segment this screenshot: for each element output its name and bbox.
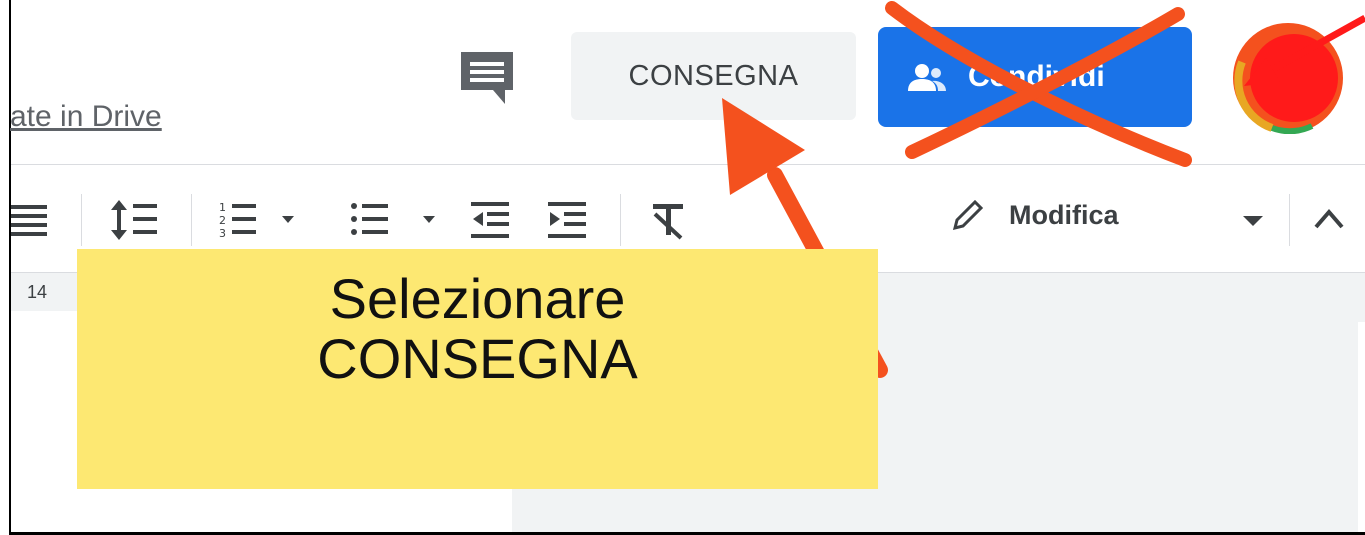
sticky-note-text: Selezionare CONSEGNA [77, 269, 878, 389]
chevron-down-icon[interactable] [1241, 214, 1265, 228]
open-in-drive-link[interactable]: ate in Drive [10, 100, 162, 134]
svg-text:1: 1 [219, 201, 226, 214]
people-icon [908, 64, 946, 91]
ruler-number: 14 [27, 282, 48, 302]
align-justify-icon[interactable] [11, 200, 51, 240]
share-button-label: Condividi [968, 60, 1105, 93]
editing-mode-label: Modifica [1009, 199, 1119, 230]
toolbar-separator [620, 194, 621, 246]
toolbar-separator [191, 194, 192, 246]
increase-indent-icon[interactable] [548, 198, 588, 242]
consegna-button[interactable]: CONSEGNA [571, 32, 856, 120]
svg-text:2: 2 [219, 214, 226, 227]
editing-mode-selector[interactable]: Modifica [951, 198, 1119, 232]
toolbar-separator [1289, 194, 1290, 246]
document-page-edge [1358, 322, 1365, 532]
toolbar-top-divider [11, 164, 1365, 165]
toolbar-separator [81, 194, 82, 246]
bulleted-list-icon[interactable] [349, 198, 441, 242]
clear-formatting-icon[interactable] [649, 200, 689, 240]
user-avatar[interactable] [1232, 22, 1344, 134]
comment-icon[interactable] [457, 50, 517, 106]
svg-text:3: 3 [219, 227, 226, 240]
line-spacing-icon[interactable] [109, 198, 159, 242]
chevron-up-icon[interactable] [1313, 206, 1345, 230]
sticky-note-callout: Selezionare CONSEGNA [77, 249, 878, 489]
pencil-icon [952, 199, 984, 231]
sticky-note-line-2: CONSEGNA [317, 327, 638, 390]
share-button[interactable]: Condividi [878, 27, 1192, 127]
decrease-indent-icon[interactable] [471, 198, 511, 242]
numbered-list-icon[interactable]: 1 2 3 [218, 198, 300, 242]
sticky-note-line-1: Selezionare [329, 267, 626, 330]
